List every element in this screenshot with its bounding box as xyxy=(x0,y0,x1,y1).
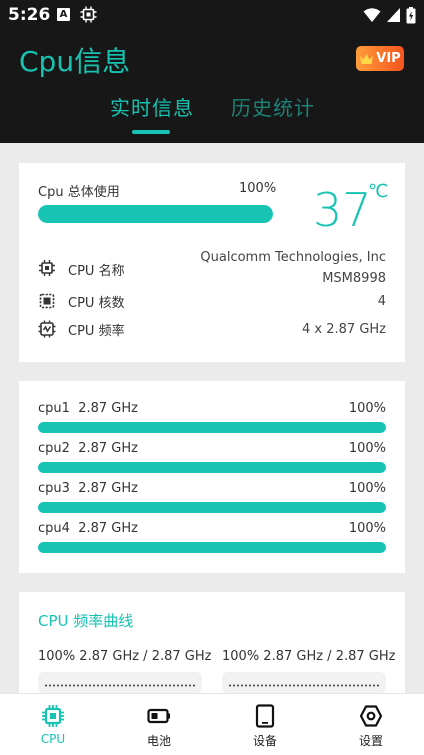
total-usage-percent: 100% xyxy=(239,181,277,196)
tab-history-stats[interactable]: 历史统计 xyxy=(231,92,315,121)
core-percent: 100% xyxy=(348,441,386,456)
tablet-icon xyxy=(255,704,275,728)
frequency-curve-title: CPU 频率曲线 xyxy=(38,612,134,630)
core-chip-icon xyxy=(39,293,55,309)
frequency-mini-chart xyxy=(222,672,386,694)
nav-item-cpu[interactable]: CPU xyxy=(0,694,106,755)
vip-button[interactable]: VIP xyxy=(356,46,404,71)
nav-item-device[interactable]: 设备 xyxy=(212,694,318,755)
core-label: cpu1 2.87 GHz xyxy=(38,401,138,416)
core-percent: 100% xyxy=(348,481,386,496)
core-label: cpu2 2.87 GHz xyxy=(38,441,138,456)
total-usage-label: Cpu 总体使用 xyxy=(38,185,120,200)
nav-label-device: 设备 xyxy=(252,734,277,748)
core-label: cpu4 2.87 GHz xyxy=(38,521,138,536)
core-usage-bar xyxy=(38,462,386,473)
temperature-unit: ℃ xyxy=(368,181,389,202)
frequency-curve-readout: 100% 2.87 GHz / 2.87 GHz xyxy=(222,649,396,664)
chip-icon xyxy=(80,6,97,23)
cpu-cores-label: CPU 核数 xyxy=(68,296,125,311)
nav-item-battery[interactable]: 电池 xyxy=(106,694,212,755)
cpu-frequency-value: 4 x 2.87 GHz xyxy=(302,322,386,337)
cpu-name-line2: MSM8998 xyxy=(322,271,386,286)
frequency-mini-chart xyxy=(38,672,202,694)
wifi-icon xyxy=(363,8,381,22)
signal-icon xyxy=(387,8,400,22)
tab-indicator xyxy=(132,130,170,134)
battery-icon xyxy=(406,6,416,23)
page-title: Cpu信息 xyxy=(19,45,131,78)
core-percent: 100% xyxy=(348,401,386,416)
a-icon: A xyxy=(57,8,70,21)
core-usage-bar xyxy=(38,502,386,513)
total-usage-bar xyxy=(38,205,273,223)
core-usage-bar-fill xyxy=(38,542,386,553)
cpu-name-label: CPU 名称 xyxy=(68,264,125,279)
frequency-curve-readout: 100% 2.87 GHz / 2.87 GHz xyxy=(38,649,212,664)
settings-icon xyxy=(359,705,383,727)
frequency-curve-card: CPU 频率曲线 100% 2.87 GHz / 2.87 GHz 100% 2… xyxy=(19,592,405,694)
tab-realtime-info[interactable]: 实时信息 xyxy=(110,92,194,121)
total-usage-bar-fill xyxy=(38,205,273,223)
cpu-overview-card: Cpu 总体使用 100% 37 ℃ CPU 名称 Qualcomm Techn… xyxy=(19,163,405,362)
cpu-frequency-label: CPU 频率 xyxy=(68,324,125,339)
cpu-frequency-icon xyxy=(38,320,56,338)
core-usage-bar-fill xyxy=(38,462,386,473)
core-usage-bar xyxy=(38,422,386,433)
nav-label-cpu: CPU xyxy=(40,732,66,746)
core-usage-bar-fill xyxy=(38,502,386,513)
frequency-chart-dots xyxy=(44,684,196,687)
frequency-chart-dots xyxy=(228,684,380,687)
core-usage-bar-fill xyxy=(38,422,386,433)
bottom-navigation: CPU 电池 设备 设置 xyxy=(0,693,424,755)
core-usage-bar xyxy=(38,542,386,553)
nav-label-settings: 设置 xyxy=(358,734,383,748)
nav-item-settings[interactable]: 设置 xyxy=(318,694,424,755)
status-time: 5:26 xyxy=(8,5,51,25)
status-right-icons xyxy=(363,6,416,24)
status-bar: 5:26 A xyxy=(0,0,424,30)
core-label: cpu3 2.87 GHz xyxy=(38,481,138,496)
app-header: 5:26 A Cpu信息 VIP 实时信息 历史统计 xyxy=(0,0,424,143)
cpu-cores-value: 4 xyxy=(377,294,386,309)
battery-icon xyxy=(147,708,170,724)
cpu-name-line1: Qualcomm Technologies, Inc xyxy=(200,250,386,265)
tab-bar: 实时信息 历史统计 xyxy=(0,92,424,134)
temperature-value: 37 xyxy=(313,183,372,237)
vip-label: VIP xyxy=(376,51,401,66)
core-percent: 100% xyxy=(348,521,386,536)
cpu-cores-card: cpu1 2.87 GHz 100% cpu2 2.87 GHz 100% cp… xyxy=(19,381,405,573)
crown-icon xyxy=(360,53,374,64)
chip-icon xyxy=(39,260,55,276)
cpu-icon xyxy=(42,705,64,727)
cpu-name-value: Qualcomm Technologies, Inc MSM8998 xyxy=(200,247,386,289)
nav-label-battery: 电池 xyxy=(146,734,171,748)
